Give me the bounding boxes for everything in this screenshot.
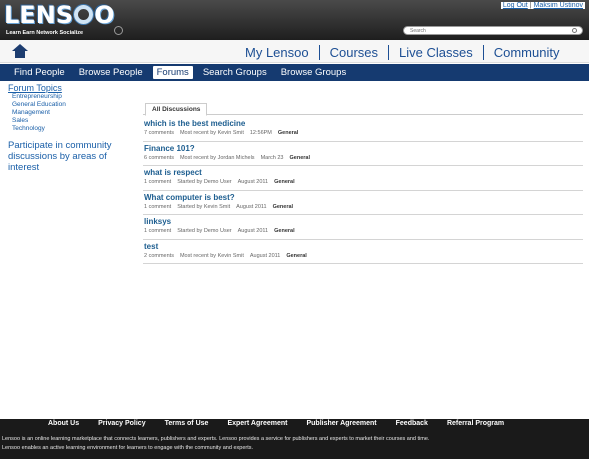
comment-count: 1 comment bbox=[144, 203, 172, 210]
user-profile-link[interactable]: Maksim Ustinov bbox=[534, 2, 583, 9]
logout-link[interactable]: Log Out bbox=[503, 2, 528, 9]
timestamp: August 2011 bbox=[237, 179, 269, 185]
activity: Most recent by Kevin Smit bbox=[179, 130, 244, 136]
sidebar: Forum Topics Entrepreneurship General Ed… bbox=[8, 83, 140, 173]
activity: Started by Demo User bbox=[177, 179, 232, 185]
main-nav: My Lensoo Courses Live Classes Community bbox=[0, 40, 589, 63]
gear-icon bbox=[114, 26, 123, 35]
list-item: test 2 comments Most recent by Kevin Smit… bbox=[143, 240, 583, 264]
discussion-title[interactable]: What computer is best? bbox=[144, 191, 583, 203]
discussion-title[interactable]: which is the best medicine bbox=[144, 117, 583, 129]
discussion-title[interactable]: test bbox=[144, 240, 583, 252]
category-tag[interactable]: General bbox=[273, 204, 293, 210]
footer-line-2: Lensoo enables an active learning enviro… bbox=[2, 445, 254, 451]
topic-sales[interactable]: Sales bbox=[8, 117, 140, 125]
logo-text-end: O bbox=[94, 1, 115, 29]
forum-topics-title[interactable]: Forum Topics bbox=[8, 83, 140, 93]
nav-live-classes[interactable]: Live Classes bbox=[389, 45, 483, 60]
subnav-forums[interactable]: Forums bbox=[152, 66, 193, 79]
category-tag[interactable]: General bbox=[290, 155, 310, 161]
subnav-browse-groups[interactable]: Browse Groups bbox=[274, 66, 353, 79]
subnav-find-people[interactable]: Find People bbox=[7, 66, 72, 79]
discussion-meta: 7 comments Most recent by Kevin Smit 12:56… bbox=[144, 129, 583, 138]
search-input[interactable] bbox=[410, 27, 560, 34]
logo-text-start: LENS bbox=[4, 1, 74, 29]
discussion-meta: 1 comment Started by Demo User August 2011… bbox=[144, 227, 583, 236]
main-nav-items: My Lensoo Courses Live Classes Community bbox=[245, 44, 569, 60]
category-tag[interactable]: General bbox=[274, 179, 294, 185]
comment-count: 7 comments bbox=[144, 130, 174, 136]
subnav-search-groups[interactable]: Search Groups bbox=[196, 66, 274, 79]
home-icon[interactable] bbox=[12, 44, 28, 58]
activity: Started by Demo User bbox=[177, 228, 232, 234]
timestamp: 12:56PM bbox=[249, 130, 272, 136]
list-item: Finance 101? 6 comments Most recent by Jo… bbox=[143, 142, 583, 166]
discussion-meta: 1 comment Started by Kevin Smit August 201… bbox=[144, 203, 583, 212]
list-item: linksys 1 comment Started by Demo User Aug… bbox=[143, 215, 583, 240]
lensoo-logo[interactable]: LENS O Learn Earn Network Socialize bbox=[4, 2, 124, 38]
discussion-list: which is the best medicine 7 comments Mos… bbox=[143, 117, 583, 264]
topic-general-education[interactable]: General Education bbox=[8, 101, 140, 109]
comment-count: 1 comment bbox=[144, 228, 172, 234]
footer-referral-program[interactable]: Referral Program bbox=[447, 420, 504, 427]
tab-all-discussions[interactable]: All Discussions bbox=[145, 103, 208, 116]
category-tag[interactable]: General bbox=[286, 253, 306, 259]
footer: About Us Privacy Policy Terms of Use Exp… bbox=[0, 419, 589, 459]
topic-entrepreneurship[interactable]: Entrepreneurship bbox=[8, 93, 140, 101]
discussion-meta: 2 comments Most recent by Kevin Smit Augus… bbox=[144, 252, 583, 261]
nav-my-lensoo[interactable]: My Lensoo bbox=[245, 45, 319, 60]
discussion-meta: 1 comment Started by Demo User August 2011… bbox=[144, 178, 583, 187]
timestamp: March 23 bbox=[260, 154, 284, 161]
comment-count: 1 comment bbox=[144, 179, 172, 185]
comment-count: 2 comments bbox=[144, 252, 174, 259]
activity: Started by Kevin Smit bbox=[177, 203, 231, 210]
footer-feedback[interactable]: Feedback bbox=[396, 420, 428, 427]
sub-nav: Find People Browse People Forums Search … bbox=[0, 64, 589, 81]
account-links: Log Out | Maksim Ustinov bbox=[500, 2, 585, 9]
discussion-tabs: All Discussions bbox=[143, 103, 583, 116]
footer-description: Lensoo is an online learning marketplace… bbox=[2, 435, 587, 453]
footer-privacy-policy[interactable]: Privacy Policy bbox=[98, 420, 145, 427]
timestamp: August 2011 bbox=[236, 203, 267, 210]
discussion-title[interactable]: Finance 101? bbox=[144, 142, 583, 154]
comment-count: 6 comments bbox=[144, 154, 174, 161]
list-item: What computer is best? 1 comment Started … bbox=[143, 191, 583, 215]
list-item: which is the best medicine 7 comments Mos… bbox=[143, 117, 583, 142]
timestamp: August 2011 bbox=[249, 252, 281, 259]
logo-ring-icon bbox=[74, 5, 94, 24]
footer-expert-agreement[interactable]: Expert Agreement bbox=[227, 420, 287, 427]
category-tag[interactable]: General bbox=[278, 130, 298, 136]
activity: Most recent by Kevin Smit bbox=[179, 252, 244, 259]
discussion-meta: 6 comments Most recent by Jordan Michels M… bbox=[144, 154, 583, 163]
subnav-browse-people[interactable]: Browse People bbox=[72, 66, 150, 79]
search-icon[interactable] bbox=[572, 28, 577, 33]
footer-terms-of-use[interactable]: Terms of Use bbox=[165, 420, 209, 427]
footer-publisher-agreement[interactable]: Publisher Agreement bbox=[306, 420, 376, 427]
discussion-title[interactable]: what is respect bbox=[144, 166, 583, 178]
sidebar-promo: Participate in community discussions by … bbox=[8, 140, 112, 173]
footer-line-1: Lensoo is an online learning marketplace… bbox=[2, 436, 430, 442]
search-box bbox=[403, 26, 583, 35]
top-header: LENS O Learn Earn Network Socialize Log O… bbox=[0, 0, 589, 40]
topic-technology[interactable]: Technology bbox=[8, 125, 140, 133]
footer-about-us[interactable]: About Us bbox=[48, 420, 79, 427]
topic-management[interactable]: Management bbox=[8, 109, 140, 117]
nav-community[interactable]: Community bbox=[484, 45, 570, 60]
tagline: Learn Earn Network Socialize bbox=[6, 30, 84, 36]
category-tag[interactable]: General bbox=[274, 228, 294, 234]
timestamp: August 2011 bbox=[237, 228, 269, 234]
activity: Most recent by Jordan Michels bbox=[179, 154, 255, 161]
list-item: what is respect 1 comment Started by Demo… bbox=[143, 166, 583, 191]
nav-courses[interactable]: Courses bbox=[320, 45, 388, 60]
discussion-title[interactable]: linksys bbox=[144, 215, 583, 227]
footer-links: About Us Privacy Policy Terms of Use Exp… bbox=[48, 420, 523, 427]
